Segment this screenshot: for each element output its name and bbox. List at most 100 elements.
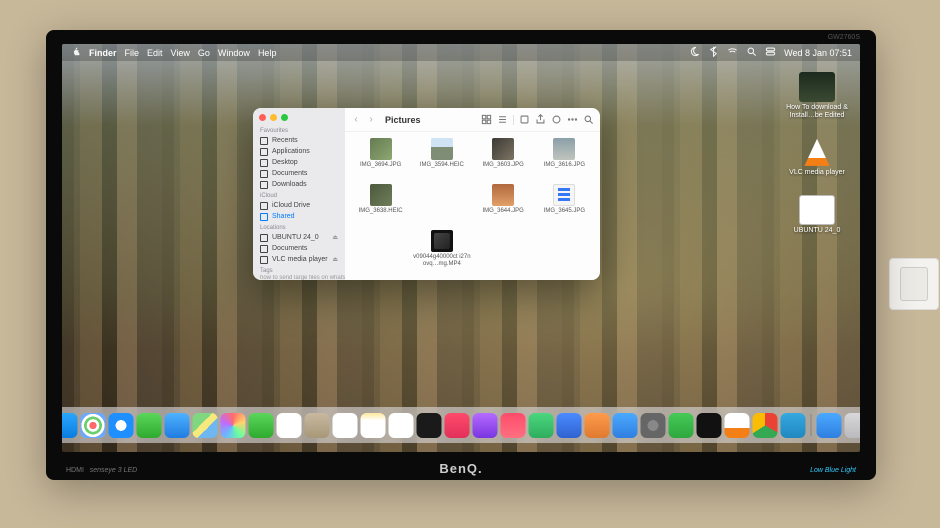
menu-view[interactable]: View <box>171 48 190 58</box>
file-name: IMG_3616.JPG <box>544 162 585 169</box>
dock-mail-icon[interactable] <box>165 413 190 438</box>
folder-icon <box>260 137 268 145</box>
dock-news-icon[interactable] <box>501 413 526 438</box>
dock-notes-icon[interactable] <box>361 413 386 438</box>
search-button[interactable] <box>583 114 594 125</box>
sidebar-section-icloud: iCloud <box>253 190 345 200</box>
desktop-item-vlc[interactable]: VLC media player <box>780 137 854 177</box>
bluetooth-icon[interactable] <box>708 46 719 59</box>
dock-maps-icon[interactable] <box>193 413 218 438</box>
sidebar-item-label: Applications <box>272 148 310 155</box>
dock-music-icon[interactable] <box>445 413 470 438</box>
eject-icon[interactable]: ⏏ <box>332 256 338 263</box>
finder-file-grid[interactable]: IMG_3694.JPGIMG_3594.HEICIMG_3603.JPGIMG… <box>345 132 600 280</box>
dock-messages-icon[interactable] <box>137 413 162 438</box>
dock-finder-icon[interactable] <box>62 413 78 438</box>
dock-calendar-icon[interactable] <box>277 413 302 438</box>
wall-switch <box>889 258 939 310</box>
dock-safari-icon[interactable] <box>109 413 134 438</box>
dock-whatsapp-icon[interactable] <box>669 413 694 438</box>
wifi-icon[interactable] <box>727 46 738 59</box>
window-close-button[interactable] <box>259 114 266 121</box>
file-item[interactable]: IMG_3594.HEIC <box>412 138 471 182</box>
sidebar-tag-item[interactable]: how to send large files on whatsapp <box>253 275 345 280</box>
sidebar-item[interactable]: Recents <box>253 135 345 146</box>
control-center-icon[interactable] <box>765 46 776 59</box>
dock-telegram-icon[interactable] <box>781 413 806 438</box>
desktop[interactable]: Finder File Edit View Go Window Help Wed… <box>62 44 860 452</box>
sidebar-item[interactable]: Applications <box>253 146 345 157</box>
desktop-item-ubuntu[interactable]: UBUNTU 24_0 <box>780 195 854 235</box>
file-item[interactable]: IMG_3603.JPG <box>474 138 533 182</box>
dock-chrome-icon[interactable] <box>753 413 778 438</box>
sidebar-item[interactable]: iCloud Drive <box>253 200 345 211</box>
sidebar-item[interactable]: Shared <box>253 211 345 222</box>
sidebar-item[interactable]: Desktop <box>253 157 345 168</box>
sidebar-item[interactable]: Documents <box>253 168 345 179</box>
dock-freeform-icon[interactable] <box>389 413 414 438</box>
dock-settings-icon[interactable] <box>641 413 666 438</box>
dock-vlc-icon[interactable] <box>725 413 750 438</box>
menu-go[interactable]: Go <box>198 48 210 58</box>
menubar-datetime[interactable]: Wed 8 Jan 07:51 <box>784 48 852 58</box>
apple-menu-icon[interactable] <box>70 46 81 59</box>
sidebar-item-label: Documents <box>272 170 307 177</box>
dock-trash-icon[interactable] <box>845 413 861 438</box>
sidebar-item[interactable]: Documents <box>253 243 345 254</box>
dock-keynote-icon[interactable] <box>557 413 582 438</box>
file-item[interactable]: v09044g40000ct i27novq…mg.MP4 <box>412 230 471 274</box>
dock-launchpad-icon[interactable] <box>81 413 106 438</box>
file-name: IMG_3644.JPG <box>482 208 523 215</box>
nav-forward-button[interactable]: › <box>366 115 376 125</box>
dock-capcut-icon[interactable] <box>697 413 722 438</box>
sidebar-item-label: UBUNTU 24_0 <box>272 234 319 241</box>
dock-tv-icon[interactable] <box>417 413 442 438</box>
sidebar-section-favourites: Favourites <box>253 125 345 135</box>
file-item[interactable]: IMG_3694.JPG <box>351 138 410 182</box>
desktop-item-video[interactable]: How To download & Install…be Edited <box>780 72 854 119</box>
sidebar-item[interactable]: UBUNTU 24_0 ⏏ <box>253 232 345 243</box>
dock-facetime-icon[interactable] <box>249 413 274 438</box>
file-item[interactable]: IMG_3644.JPG <box>474 184 533 228</box>
dock-pages-icon[interactable] <box>585 413 610 438</box>
file-item[interactable]: IMG_3645.JPG <box>535 184 594 228</box>
dock-reminders-icon[interactable] <box>333 413 358 438</box>
eject-icon[interactable]: ⏏ <box>332 234 338 241</box>
search-icon[interactable] <box>746 46 757 59</box>
dock-downloads-icon[interactable] <box>817 413 842 438</box>
sidebar-item-label: Desktop <box>272 159 298 166</box>
file-thumbnail <box>370 184 392 206</box>
menubar: Finder File Edit View Go Window Help Wed… <box>62 44 860 61</box>
view-icons-button[interactable] <box>481 114 492 125</box>
dock-appstore-icon[interactable] <box>613 413 638 438</box>
window-zoom-button[interactable] <box>281 114 288 121</box>
dock-photos-icon[interactable] <box>221 413 246 438</box>
menu-window[interactable]: Window <box>218 48 250 58</box>
tag-button[interactable] <box>551 114 562 125</box>
sidebar-item-label: VLC media player <box>272 256 328 263</box>
monitor-lowblue-label: Low Blue Light <box>810 467 856 474</box>
file-item[interactable]: IMG_3616.JPG <box>535 138 594 182</box>
dock-separator <box>811 414 812 436</box>
menu-help[interactable]: Help <box>258 48 277 58</box>
action-button[interactable] <box>567 114 578 125</box>
nav-back-button[interactable]: ‹ <box>351 115 361 125</box>
group-button[interactable] <box>519 114 530 125</box>
menu-edit[interactable]: Edit <box>147 48 163 58</box>
dock-contacts-icon[interactable] <box>305 413 330 438</box>
view-list-button[interactable] <box>497 114 508 125</box>
file-item[interactable]: IMG_3638.HEIC <box>351 184 410 228</box>
monitor-brand: BenQ. <box>439 461 482 476</box>
desktop-icons-column: How To download & Install…be Edited VLC … <box>780 72 854 235</box>
dock-podcasts-icon[interactable] <box>473 413 498 438</box>
menubar-app[interactable]: Finder <box>89 48 117 58</box>
share-button[interactable] <box>535 114 546 125</box>
window-minimize-button[interactable] <box>270 114 277 121</box>
dock-numbers-icon[interactable] <box>529 413 554 438</box>
folder-icon <box>260 202 268 210</box>
sidebar-item[interactable]: VLC media player ⏏ <box>253 254 345 265</box>
sidebar-item[interactable]: Downloads <box>253 179 345 190</box>
menu-file[interactable]: File <box>125 48 140 58</box>
dnd-icon[interactable] <box>689 46 700 59</box>
monitor-hdmi-label: HDMI senseye 3 LED <box>66 467 137 474</box>
